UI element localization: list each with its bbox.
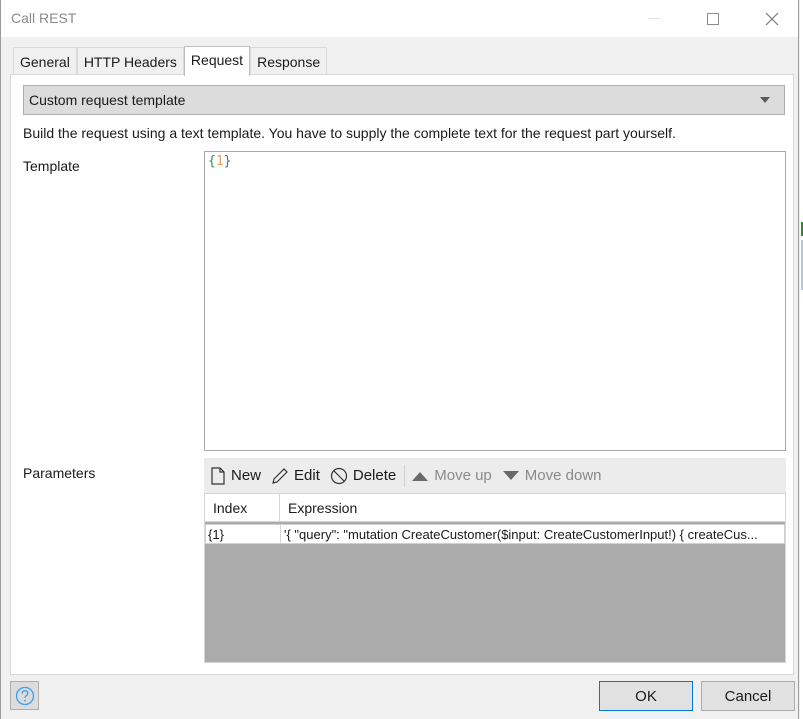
pencil-icon bbox=[272, 467, 288, 484]
call-rest-dialog: Call REST General HTTP Headers Request R… bbox=[0, 0, 799, 719]
ok-button[interactable]: OK bbox=[599, 681, 693, 711]
request-mode-selected: Custom request template bbox=[29, 92, 186, 108]
toolbar-separator bbox=[404, 464, 406, 487]
cancel-button[interactable]: Cancel bbox=[701, 681, 795, 711]
table-row[interactable]: {1} '{ "query": "mutation CreateCustomer… bbox=[205, 524, 785, 544]
tab-http-headers[interactable]: HTTP Headers bbox=[76, 47, 184, 75]
close-button[interactable] bbox=[749, 0, 795, 37]
edit-label: Edit bbox=[294, 467, 320, 484]
title-bar: Call REST bbox=[1, 0, 798, 37]
column-header-expression[interactable]: Expression bbox=[280, 494, 785, 521]
template-open-brace: { bbox=[208, 154, 216, 169]
minimize-icon bbox=[648, 18, 660, 19]
request-description: Build the request using a text template.… bbox=[23, 125, 676, 141]
request-tab-panel: Custom request template Build the reques… bbox=[10, 74, 794, 675]
move-up-label: Move up bbox=[434, 467, 492, 484]
delete-parameter-button[interactable]: Delete bbox=[330, 467, 396, 485]
help-icon bbox=[15, 686, 34, 705]
triangle-up-icon bbox=[412, 471, 429, 481]
minimize-button[interactable] bbox=[631, 0, 677, 37]
tab-response[interactable]: Response bbox=[250, 47, 328, 75]
move-down-button[interactable]: Move down bbox=[502, 467, 602, 484]
tab-general[interactable]: General bbox=[13, 47, 77, 75]
cell-expression: '{ "query": "mutation CreateCustomer($in… bbox=[284, 526, 758, 542]
move-down-label: Move down bbox=[524, 467, 602, 484]
template-param-number: 1 bbox=[215, 154, 224, 169]
triangle-down-icon bbox=[502, 470, 519, 480]
request-mode-select[interactable]: Custom request template bbox=[23, 85, 785, 115]
parameters-toolbar: New Edit Delete Move up Move down bbox=[204, 458, 786, 493]
chevron-down-icon bbox=[760, 97, 770, 103]
new-document-icon bbox=[211, 466, 225, 485]
close-icon bbox=[765, 12, 779, 25]
window-title: Call REST bbox=[11, 10, 77, 26]
column-header-index[interactable]: Index bbox=[205, 494, 280, 521]
move-up-button[interactable]: Move up bbox=[411, 467, 492, 484]
new-parameter-button[interactable]: New bbox=[210, 466, 262, 485]
maximize-button[interactable] bbox=[690, 0, 736, 37]
cell-index: {1} bbox=[206, 525, 281, 543]
parameters-grid: Index Expression {1} '{ "query": "mutati… bbox=[204, 493, 786, 663]
help-button[interactable] bbox=[10, 681, 39, 710]
parameters-label: Parameters bbox=[23, 465, 96, 481]
delete-label: Delete bbox=[352, 467, 397, 484]
prohibited-icon bbox=[330, 467, 347, 484]
edit-parameter-button[interactable]: Edit bbox=[271, 467, 320, 485]
template-editor[interactable]: {1} bbox=[204, 151, 786, 451]
maximize-icon bbox=[707, 12, 719, 25]
tab-request[interactable]: Request bbox=[183, 46, 251, 76]
template-close-brace: } bbox=[223, 154, 232, 169]
tab-bar: General HTTP Headers Request Response bbox=[13, 46, 328, 76]
template-label: Template bbox=[23, 158, 80, 174]
grid-header: Index Expression bbox=[205, 494, 785, 522]
new-label: New bbox=[231, 467, 262, 484]
